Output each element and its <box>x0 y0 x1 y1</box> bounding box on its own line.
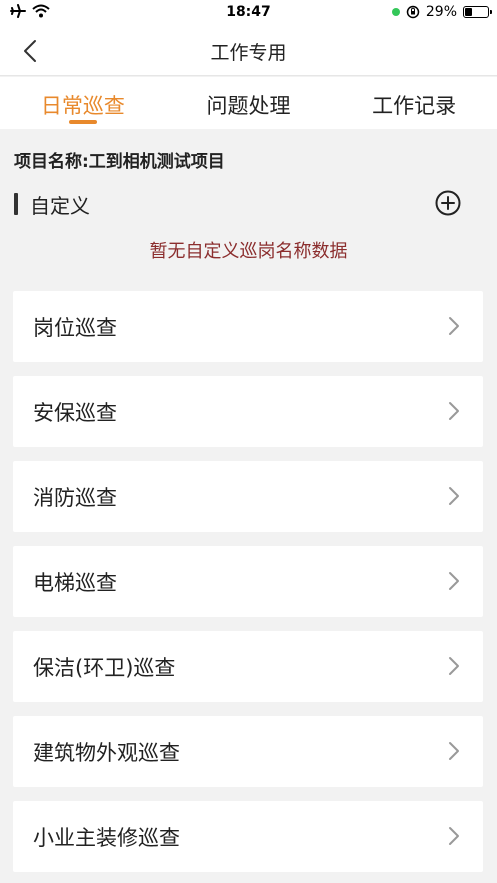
battery-icon <box>463 6 492 18</box>
list-item-fire-patrol[interactable]: 消防巡查 <box>13 461 483 532</box>
chevron-right-icon <box>449 572 459 590</box>
tab-active-indicator <box>68 120 97 124</box>
list-item-label: 岗位巡查 <box>33 316 117 340</box>
tab-bar: 日常巡查 问题处理 工作记录 <box>0 77 497 129</box>
tab-issue-handling[interactable]: 问题处理 <box>166 77 332 129</box>
orientation-lock-icon <box>406 5 420 19</box>
status-bar: 18:47 29% <box>0 0 497 26</box>
chevron-right-icon <box>449 487 459 505</box>
chevron-right-icon <box>449 742 459 760</box>
list-item-renovation-patrol[interactable]: 小业主装修巡查 <box>13 801 483 872</box>
page-title: 工作专用 <box>210 42 287 64</box>
list-item-label: 电梯巡查 <box>33 571 117 595</box>
plus-circle-icon[interactable] <box>434 189 462 217</box>
chevron-right-icon <box>449 317 459 335</box>
battery-fill <box>465 8 472 16</box>
tab-label: 工作记录 <box>372 94 457 118</box>
tab-label: 日常巡查 <box>40 94 125 118</box>
list-item-post-patrol[interactable]: 岗位巡查 <box>13 291 483 362</box>
list-item-label: 建筑物外观巡查 <box>33 741 180 765</box>
nav-bar: 工作专用 <box>0 26 497 76</box>
chevron-right-icon <box>449 402 459 420</box>
list-item-cleaning-patrol[interactable]: 保洁(环卫)巡查 <box>13 631 483 702</box>
empty-custom-message: 暂无自定义巡岗名称数据 <box>149 241 348 262</box>
chevron-right-icon <box>449 657 459 675</box>
chevron-right-icon <box>449 827 459 845</box>
list-item-building-exterior-patrol[interactable]: 建筑物外观巡查 <box>13 716 483 787</box>
list-item-security-patrol[interactable]: 安保巡查 <box>13 376 483 447</box>
tab-work-records[interactable]: 工作记录 <box>331 77 497 129</box>
list-item-elevator-patrol[interactable]: 电梯巡查 <box>13 546 483 617</box>
project-name: 项目名称:工到相机测试项目 <box>14 152 225 172</box>
list-item-label: 保洁(环卫)巡查 <box>33 656 176 680</box>
custom-section-header: 自定义 <box>14 189 484 219</box>
location-dot-icon <box>391 8 400 16</box>
list-item-label: 小业主装修巡查 <box>33 826 180 850</box>
status-right: 29% <box>391 4 492 20</box>
list-item-label: 安保巡查 <box>33 401 117 425</box>
list-item-label: 消防巡查 <box>33 486 117 510</box>
tab-daily-patrol[interactable]: 日常巡查 <box>0 77 166 129</box>
section-marker <box>14 193 18 215</box>
custom-section-label: 自定义 <box>30 194 90 218</box>
tab-label: 问题处理 <box>206 94 291 118</box>
battery-text: 29% <box>425 4 457 20</box>
